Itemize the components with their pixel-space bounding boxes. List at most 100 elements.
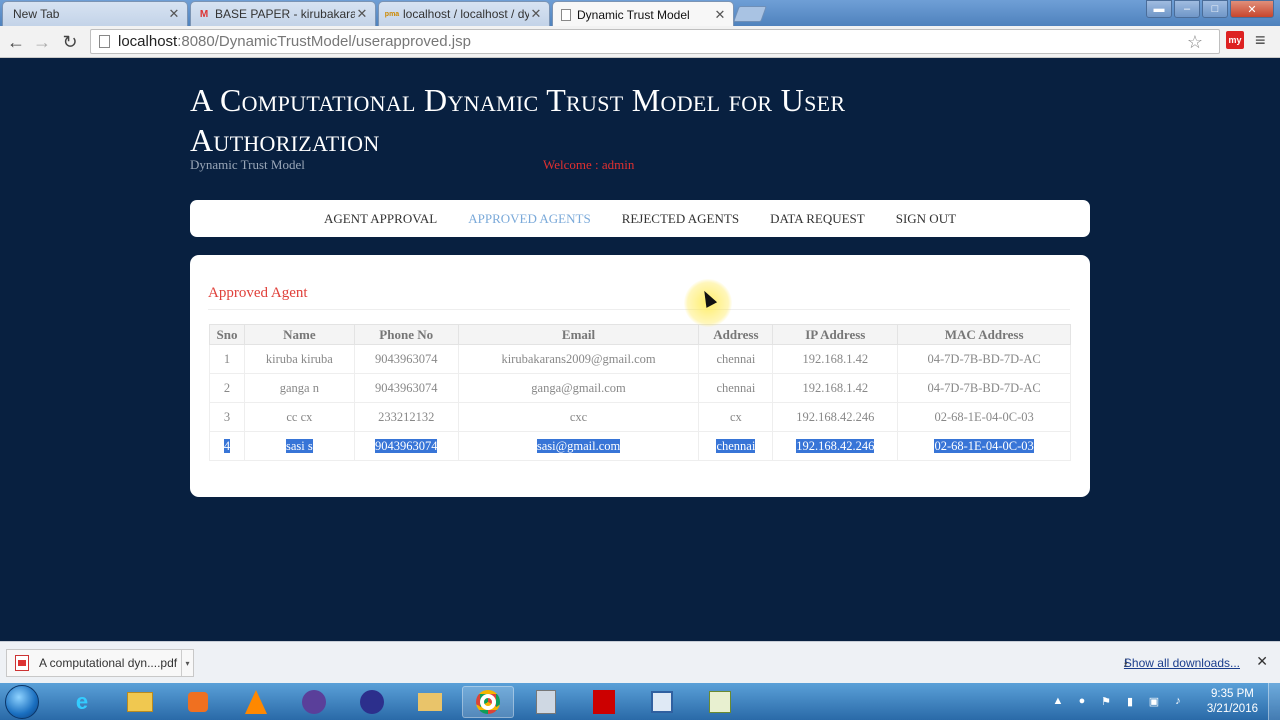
tab-phpmyadmin[interactable]: pma localhost / localhost / dyn ✕: [378, 1, 550, 26]
chrome-icon[interactable]: [462, 686, 514, 718]
show-desktop-button[interactable]: [1268, 683, 1280, 720]
cell-text: cxc: [569, 409, 588, 424]
table-cell: 04-7D-7B-BD-7D-AC: [897, 373, 1071, 403]
tab-title: localhost / localhost / dyn: [403, 7, 529, 21]
browser-menu-icon[interactable]: ≡: [1255, 30, 1266, 51]
table-cell: 233212132: [353, 402, 459, 432]
column-header: Address: [698, 324, 774, 345]
start-button[interactable]: [5, 685, 39, 719]
nav-agent-approval[interactable]: AGENT APPROVAL: [324, 211, 437, 227]
table-cell: 9043963074: [353, 344, 459, 374]
cell-text: 04-7D-7B-BD-7D-AC: [927, 380, 1041, 395]
download-item[interactable]: A computational dyn....pdf ▾: [6, 649, 194, 677]
calculator-icon[interactable]: [520, 686, 572, 718]
close-icon[interactable]: ✕: [1256, 653, 1268, 670]
cell-text: 192.168.42.246: [796, 438, 875, 453]
virtualbox-icon[interactable]: [636, 686, 688, 718]
page-content: A Computational Dynamic Trust Model for …: [0, 58, 1280, 641]
cell-text: ganga n: [279, 380, 319, 395]
minimize-button[interactable]: –: [1174, 0, 1200, 18]
power-icon[interactable]: ▮: [1122, 695, 1138, 709]
table-row[interactable]: 3 cc cx 233212132 cxc cx 192.168.42.246 02-68-…: [209, 402, 1071, 432]
table-cell: sasi s: [243, 431, 355, 461]
cell-text: 9043963074: [374, 438, 438, 453]
table-row[interactable]: 1 kiruba kiruba 9043963074 kirubakarans2009…: [209, 344, 1071, 374]
table-cell: 3: [209, 402, 245, 432]
table-cell: ganga@gmail.com: [457, 373, 700, 403]
table-cell: 192.168.1.42: [772, 373, 899, 403]
chart-app-icon[interactable]: [694, 686, 746, 718]
cell-text: chennai: [716, 351, 756, 366]
nav-data-request[interactable]: DATA REQUEST: [770, 211, 865, 227]
table-row[interactable]: 2 ganga n 9043963074 ganga@gmail.com chennai…: [209, 373, 1071, 403]
table-cell: 192.168.1.42: [772, 344, 899, 374]
close-icon[interactable]: ✕: [713, 7, 727, 23]
show-all-downloads-link[interactable]: Show all downloads...: [1124, 656, 1240, 670]
windows-taskbar: e ▲ ● ⚑ ▮ ▣ ♪ 9:35 PM 3/21/2016: [0, 683, 1280, 720]
tab-dynamic-trust-model[interactable]: Dynamic Trust Model ✕: [552, 1, 734, 27]
tab-new-tab[interactable]: New Tab ✕: [2, 1, 188, 26]
bookmark-star-icon[interactable]: ☆: [1187, 32, 1203, 53]
extension-icon[interactable]: my: [1226, 31, 1244, 49]
close-window-button[interactable]: ✕: [1230, 0, 1274, 18]
nav-sign-out[interactable]: SIGN OUT: [896, 211, 956, 227]
back-arrow-icon[interactable]: ←: [5, 31, 27, 53]
vlc-icon[interactable]: [230, 686, 282, 718]
cell-text: 9043963074: [374, 351, 438, 366]
user-icon[interactable]: ▬: [1146, 0, 1172, 18]
internet-explorer-icon[interactable]: e: [56, 686, 108, 718]
security-icon[interactable]: ●: [1074, 695, 1090, 709]
network-app-icon[interactable]: [404, 686, 456, 718]
reload-icon[interactable]: ↻: [59, 31, 81, 53]
table-cell: ganga n: [243, 373, 355, 403]
table-row[interactable]: 4 sasi s 9043963074 sasi@gmail.com chennai 19…: [209, 431, 1071, 461]
close-icon[interactable]: ✕: [167, 6, 181, 22]
table-cell: sasi@gmail.com: [457, 431, 700, 461]
tab-title: BASE PAPER - kirubakaran: [215, 7, 355, 21]
system-clock[interactable]: 9:35 PM 3/21/2016: [1207, 687, 1258, 717]
phpmyadmin-icon: pma: [384, 10, 400, 18]
cell-text: 02-68-1E-04-0C-03: [934, 409, 1034, 424]
maximize-button[interactable]: □: [1202, 0, 1228, 18]
cell-text: kirubakarans2009@gmail.com: [501, 351, 656, 366]
table-cell: 04-7D-7B-BD-7D-AC: [897, 344, 1071, 374]
close-icon[interactable]: ✕: [529, 6, 543, 22]
table-cell: 9043963074: [353, 373, 459, 403]
table-cell: cc cx: [243, 402, 355, 432]
volume-icon[interactable]: ♪: [1170, 695, 1186, 709]
new-tab-button[interactable]: [733, 6, 767, 22]
cell-text: 2: [223, 380, 231, 395]
chevron-down-icon[interactable]: ▾: [181, 650, 193, 676]
cell-text: 9043963074: [374, 380, 438, 395]
table-cell: chennai: [698, 373, 774, 403]
adobe-reader-icon[interactable]: [578, 686, 630, 718]
cell-text: ganga@gmail.com: [531, 380, 626, 395]
table-cell: chennai: [698, 344, 774, 374]
browser-tab-strip: New Tab ✕ M BASE PAPER - kirubakaran ✕ p…: [0, 0, 1280, 27]
table-cell: 02-68-1E-04-0C-03: [897, 431, 1071, 461]
action-center-icon[interactable]: ⚑: [1098, 695, 1114, 709]
pdf-icon: [15, 655, 29, 671]
show-hidden-icons[interactable]: ▲: [1050, 695, 1066, 709]
url-text[interactable]: localhost:8080/DynamicTrustModel/userapp…: [118, 33, 471, 50]
cell-text: 192.168.1.42: [802, 351, 869, 366]
media-player-icon[interactable]: [172, 686, 224, 718]
forward-arrow-icon[interactable]: →: [31, 31, 53, 53]
close-icon[interactable]: ✕: [355, 6, 369, 22]
network-icon[interactable]: ▣: [1146, 695, 1162, 709]
address-bar[interactable]: localhost:8080/DynamicTrustModel/userapp…: [90, 29, 1220, 54]
tab-base-paper[interactable]: M BASE PAPER - kirubakaran ✕: [190, 1, 376, 26]
column-header: Phone No: [353, 324, 459, 345]
table-cell: chennai: [698, 431, 774, 461]
eclipse-ide-icon[interactable]: [346, 686, 398, 718]
eclipse-icon[interactable]: [288, 686, 340, 718]
cell-text: 192.168.42.246: [796, 409, 875, 424]
table-cell: cx: [698, 402, 774, 432]
cell-text: sasi s: [285, 438, 313, 453]
column-header: Sno: [209, 324, 245, 345]
table-cell: 1: [209, 344, 245, 374]
nav-rejected-agents[interactable]: REJECTED AGENTS: [622, 211, 739, 227]
nav-approved-agents[interactable]: APPROVED AGENTS: [468, 211, 590, 227]
download-shelf: A computational dyn....pdf ▾ ⭳ Show all …: [0, 641, 1280, 683]
file-explorer-icon[interactable]: [114, 686, 166, 718]
